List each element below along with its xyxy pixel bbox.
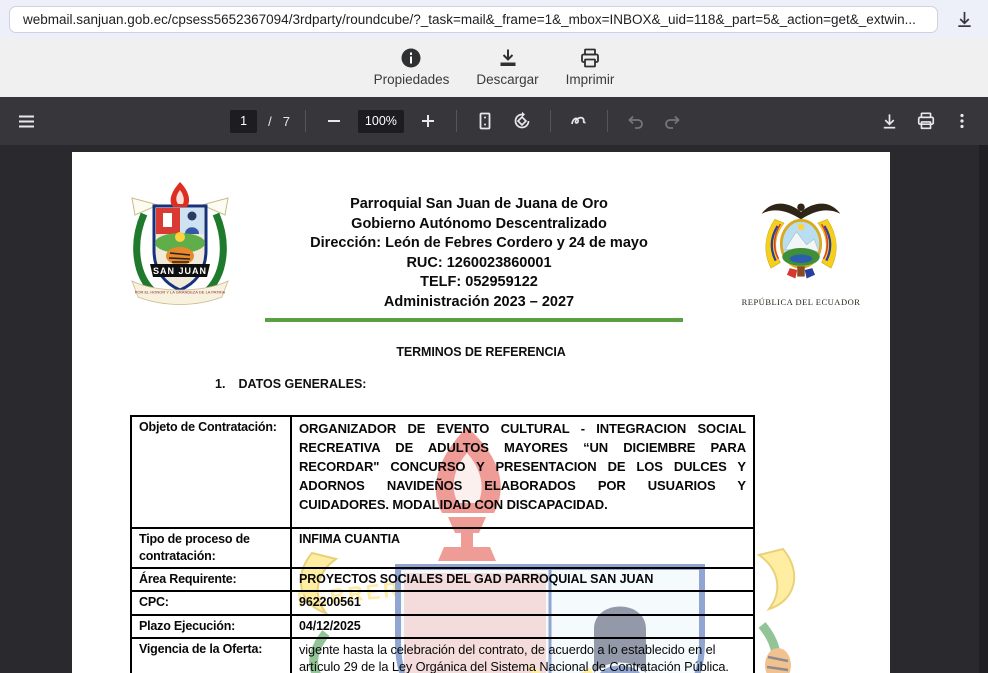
print-icon xyxy=(916,111,936,131)
kebab-menu-icon xyxy=(953,112,971,130)
viewer-print-button[interactable] xyxy=(913,108,939,134)
row-value: PROYECTOS SOCIALES DEL GAD PARROQUIAL SA… xyxy=(291,568,754,591)
imprimir-label: Imprimir xyxy=(566,72,615,87)
viewer-download-button[interactable] xyxy=(877,108,903,134)
viewer-scrollbar[interactable] xyxy=(979,145,988,673)
properties-label: Propiedades xyxy=(374,72,450,87)
row-label: CPC: xyxy=(131,591,291,614)
document-header: SAN JUAN POR EL HONOR Y LA GRANDEZA DE L… xyxy=(72,152,890,313)
row-value: 962200561 xyxy=(291,591,754,614)
info-icon xyxy=(400,47,422,69)
browser-popup-window: webmail.sanjuan.gob.ec/cpsess5652367094/… xyxy=(0,0,988,673)
redo-icon xyxy=(663,112,682,131)
table-row: Objeto de Contratación: ORGANIZADOR DE E… xyxy=(131,416,754,528)
sanjuan-banner-text: SAN JUAN xyxy=(153,266,207,276)
header-line: TELF: 052959122 xyxy=(236,273,722,293)
download-icon xyxy=(497,47,519,69)
divider xyxy=(305,110,306,132)
section-number: 1. xyxy=(215,377,225,391)
pdf-menu-button[interactable] xyxy=(13,108,39,134)
row-value: vigente hasta la celebración del contrat… xyxy=(291,638,754,673)
print-icon xyxy=(579,47,601,69)
download-icon xyxy=(880,112,899,131)
page-number-value: 1 xyxy=(240,114,247,128)
more-options-button[interactable] xyxy=(949,108,975,134)
rotate-ccw-icon xyxy=(512,111,532,131)
properties-button[interactable]: Propiedades xyxy=(374,47,450,87)
hamburger-icon xyxy=(17,112,36,131)
row-value: ORGANIZADOR DE EVENTO CULTURAL - INTEGRA… xyxy=(291,416,754,528)
undo-button[interactable] xyxy=(623,108,649,134)
sanjuan-motto-text: POR EL HONOR Y LA GRANDEZA DE LA PATRIA xyxy=(135,290,226,295)
undo-icon xyxy=(626,112,645,131)
terms-table: Objeto de Contratación: ORGANIZADOR DE E… xyxy=(130,415,755,673)
header-line: Gobierno Autónomo Descentralizado xyxy=(236,215,722,235)
descargar-label: Descargar xyxy=(476,72,538,87)
table-row: Tipo de proceso de contratación: INFIMA … xyxy=(131,528,754,569)
pdf-toolbar-center: 1 / 7 100% xyxy=(230,108,686,134)
attachment-toolbar: Propiedades Descargar Imprimir xyxy=(0,38,988,97)
row-label: Área Requirente: xyxy=(131,568,291,591)
url-text: webmail.sanjuan.gob.ec/cpsess5652367094/… xyxy=(23,12,916,27)
row-label: Objeto de Contratación: xyxy=(131,416,291,528)
imprimir-button[interactable]: Imprimir xyxy=(566,47,615,87)
page-number-input[interactable]: 1 xyxy=(230,110,257,133)
zoom-level-value: 100% xyxy=(365,114,397,128)
entity-header-text: Parroquial San Juan de Juana de Oro Gobi… xyxy=(236,180,722,313)
divider xyxy=(550,110,551,132)
header-line: RUC: 1260023860001 xyxy=(236,254,722,274)
url-input[interactable]: webmail.sanjuan.gob.ec/cpsess5652367094/… xyxy=(9,6,938,33)
zoom-in-button[interactable] xyxy=(415,108,441,134)
rotate-button[interactable] xyxy=(509,108,535,134)
address-bar-row: webmail.sanjuan.gob.ec/cpsess5652367094/… xyxy=(0,0,988,38)
row-value: 04/12/2025 xyxy=(291,615,754,638)
header-rule xyxy=(265,318,683,322)
page-separator: / xyxy=(268,114,272,129)
header-line: Parroquial San Juan de Juana de Oro xyxy=(236,195,722,215)
ecuador-crest-logo xyxy=(754,195,848,285)
pen-squiggle-icon xyxy=(569,111,589,131)
annotate-button[interactable] xyxy=(566,108,592,134)
row-label: Plazo Ejecución: xyxy=(131,615,291,638)
table-row: Plazo Ejecución: 04/12/2025 xyxy=(131,615,754,638)
row-label: Tipo de proceso de contratación: xyxy=(131,528,291,569)
doc-title: TERMINOS DE REFERENCIA xyxy=(72,345,890,359)
divider xyxy=(607,110,608,132)
divider xyxy=(456,110,457,132)
ecuador-crest-block: REPÚBLICA DEL ECUADOR xyxy=(722,180,880,313)
fit-page-button[interactable] xyxy=(472,108,498,134)
redo-button[interactable] xyxy=(660,108,686,134)
table-row: CPC: 962200561 xyxy=(131,591,754,614)
page-count-label: 7 xyxy=(283,114,290,129)
section-title: DATOS GENERALES: xyxy=(238,377,366,391)
row-value: INFIMA CUANTIA xyxy=(291,528,754,569)
row-label: Vigencia de la Oferta: xyxy=(131,638,291,673)
fit-page-icon xyxy=(476,112,494,130)
zoom-level-chip[interactable]: 100% xyxy=(358,110,404,133)
section-heading: 1. DATOS GENERALES: xyxy=(72,377,890,391)
header-line: Administración 2023 – 2027 xyxy=(236,293,722,313)
pdf-viewer-toolbar: 1 / 7 100% xyxy=(0,97,988,145)
pdf-toolbar-right xyxy=(877,108,975,134)
table-row: Vigencia de la Oferta: vigente hasta la … xyxy=(131,638,754,673)
minus-icon xyxy=(326,113,342,129)
header-line: Dirección: León de Febres Cordero y 24 d… xyxy=(236,234,722,254)
descargar-button[interactable]: Descargar xyxy=(476,47,538,87)
plus-icon xyxy=(420,113,436,129)
browser-download-button[interactable] xyxy=(952,7,976,31)
pdf-viewer-area: SAN JUAN POR EL HONOR Y LA GRANDEZA DE L… xyxy=(0,145,988,673)
table-wrap: FEBRERO DE 1846 xyxy=(130,415,755,673)
download-icon xyxy=(955,10,974,29)
pdf-page: SAN JUAN POR EL HONOR Y LA GRANDEZA DE L… xyxy=(72,152,890,673)
table-row: Área Requirente: PROYECTOS SOCIALES DEL … xyxy=(131,568,754,591)
sanjuan-crest-logo: SAN JUAN POR EL HONOR Y LA GRANDEZA DE L… xyxy=(124,180,236,312)
zoom-out-button[interactable] xyxy=(321,108,347,134)
republic-caption: REPÚBLICA DEL ECUADOR xyxy=(722,297,880,307)
